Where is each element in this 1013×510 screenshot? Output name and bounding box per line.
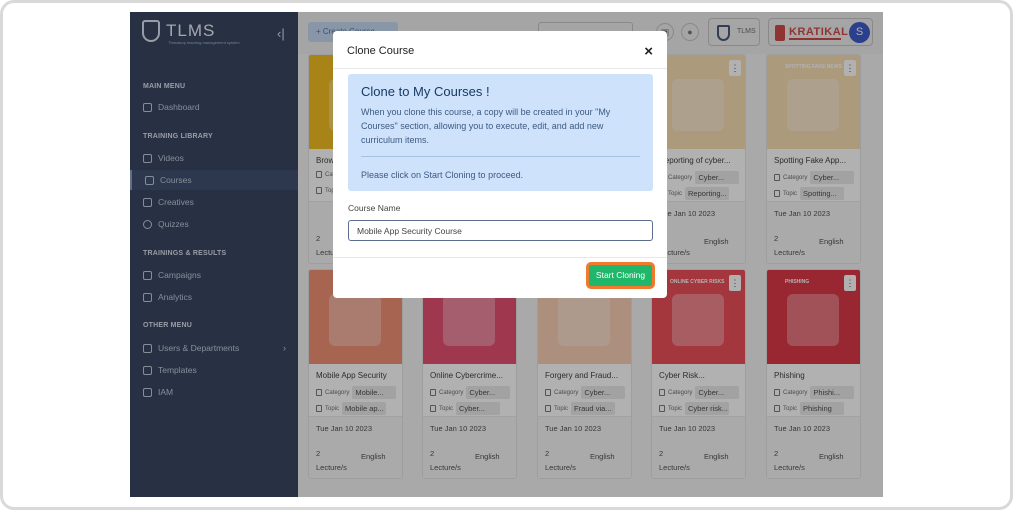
info-heading: Clone to My Courses ! [361, 84, 490, 99]
course-name-input[interactable] [348, 220, 653, 241]
dialog-title: Clone Course [347, 45, 415, 57]
close-icon[interactable]: × [644, 43, 653, 60]
info-hint: Please click on Start Cloning to proceed… [361, 170, 524, 180]
start-cloning-button[interactable]: Start Cloning [587, 263, 654, 288]
divider [333, 257, 667, 258]
divider [333, 68, 667, 69]
info-text: When you clone this course, a copy will … [361, 107, 611, 145]
app-window: TLMS Threatcop learning management syste… [130, 12, 883, 497]
course-name-label: Course Name [348, 203, 401, 213]
clone-course-dialog: Clone Course × Clone to My Courses ! Whe… [333, 31, 667, 298]
info-panel: Clone to My Courses ! When you clone thi… [348, 74, 653, 191]
divider [361, 156, 640, 157]
